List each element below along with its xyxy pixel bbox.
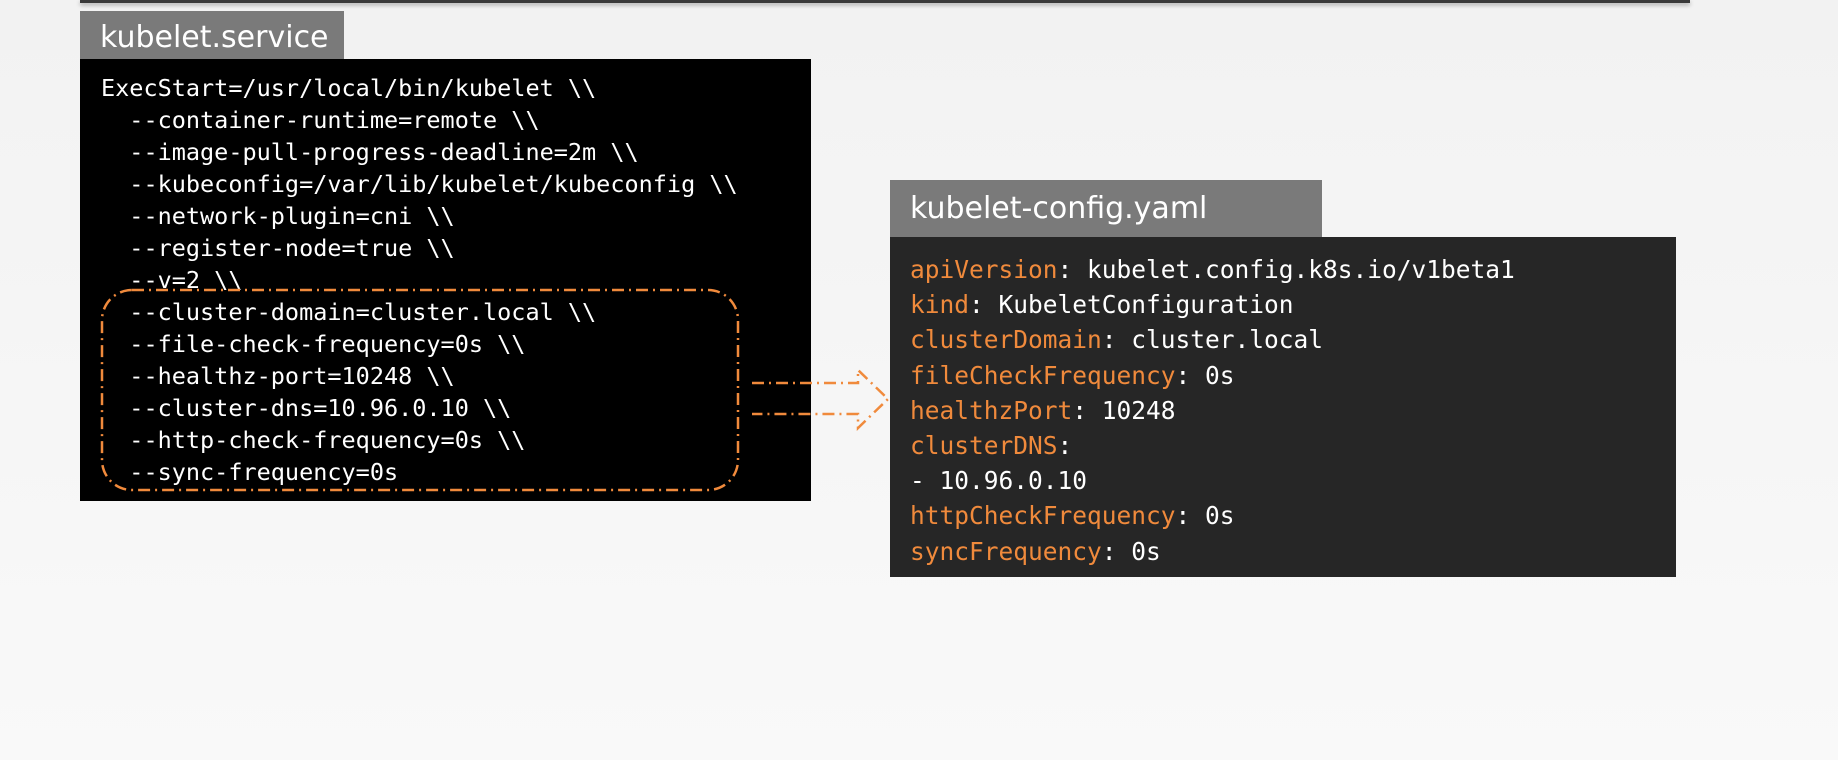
service-line: --container-runtime=remote \\ bbox=[101, 106, 540, 134]
yaml-value: 0s bbox=[1190, 360, 1235, 390]
config-file-title: kubelet-config.yaml bbox=[890, 180, 1322, 237]
service-line: --v=2 \\ bbox=[101, 266, 243, 294]
service-line: --register-node=true \\ bbox=[101, 234, 455, 262]
yaml-value: 0s bbox=[1116, 536, 1161, 566]
service-line: --sync-frequency=0s bbox=[101, 458, 399, 486]
yaml-key: clusterDNS bbox=[910, 430, 1058, 460]
config-line: clusterDomain: cluster.local bbox=[910, 325, 1324, 355]
service-line: --cluster-domain=cluster.local \\ bbox=[101, 298, 597, 326]
service-file-title: kubelet.service bbox=[80, 11, 344, 59]
yaml-list-item: - 10.96.0.10 bbox=[910, 466, 1088, 496]
service-file-code-block: ExecStart=/usr/local/bin/kubelet \\ --co… bbox=[80, 59, 811, 501]
yaml-key: httpCheckFrequency bbox=[910, 501, 1176, 531]
yaml-value: KubeletConfiguration bbox=[983, 290, 1294, 320]
service-line: --http-check-frequency=0s \\ bbox=[101, 426, 526, 454]
config-line: - 10.96.0.10 bbox=[910, 463, 1676, 498]
yaml-key: clusterDomain bbox=[910, 325, 1102, 355]
service-line: --file-check-frequency=0s \\ bbox=[101, 330, 526, 358]
yaml-key: kind bbox=[910, 290, 970, 320]
service-line: --healthz-port=10248 \\ bbox=[101, 362, 455, 390]
yaml-key: syncFrequency bbox=[910, 536, 1102, 566]
config-line: kind: KubeletConfiguration bbox=[910, 290, 1294, 320]
service-line: --network-plugin=cni \\ bbox=[101, 202, 455, 230]
config-line: httpCheckFrequency: 0s bbox=[910, 501, 1235, 531]
yaml-key: fileCheckFrequency bbox=[910, 360, 1176, 390]
yaml-value: 10248 bbox=[1087, 395, 1176, 425]
yaml-key: healthzPort bbox=[910, 395, 1073, 425]
config-line: syncFrequency: 0s bbox=[910, 536, 1161, 566]
yaml-value: 0s bbox=[1190, 501, 1235, 531]
config-file-code-block: apiVersion: kubelet.config.k8s.io/v1beta… bbox=[890, 237, 1676, 577]
yaml-value: cluster.local bbox=[1116, 325, 1324, 355]
service-line: ExecStart=/usr/local/bin/kubelet \\ bbox=[101, 74, 597, 102]
config-line: apiVersion: kubelet.config.k8s.io/v1beta… bbox=[910, 255, 1515, 284]
top-divider bbox=[80, 0, 1690, 3]
config-line: fileCheckFrequency: 0s bbox=[910, 360, 1235, 390]
service-line: --kubeconfig=/var/lib/kubelet/kubeconfig… bbox=[101, 170, 738, 198]
service-line: --image-pull-progress-deadline=2m \\ bbox=[101, 138, 639, 166]
service-line: --cluster-dns=10.96.0.10 \\ bbox=[101, 394, 512, 422]
yaml-key: apiVersion bbox=[910, 255, 1058, 284]
config-line: clusterDNS: bbox=[910, 430, 1073, 460]
yaml-value: kubelet.config.k8s.io/v1beta1 bbox=[1072, 255, 1515, 284]
config-line: healthzPort: 10248 bbox=[910, 395, 1176, 425]
